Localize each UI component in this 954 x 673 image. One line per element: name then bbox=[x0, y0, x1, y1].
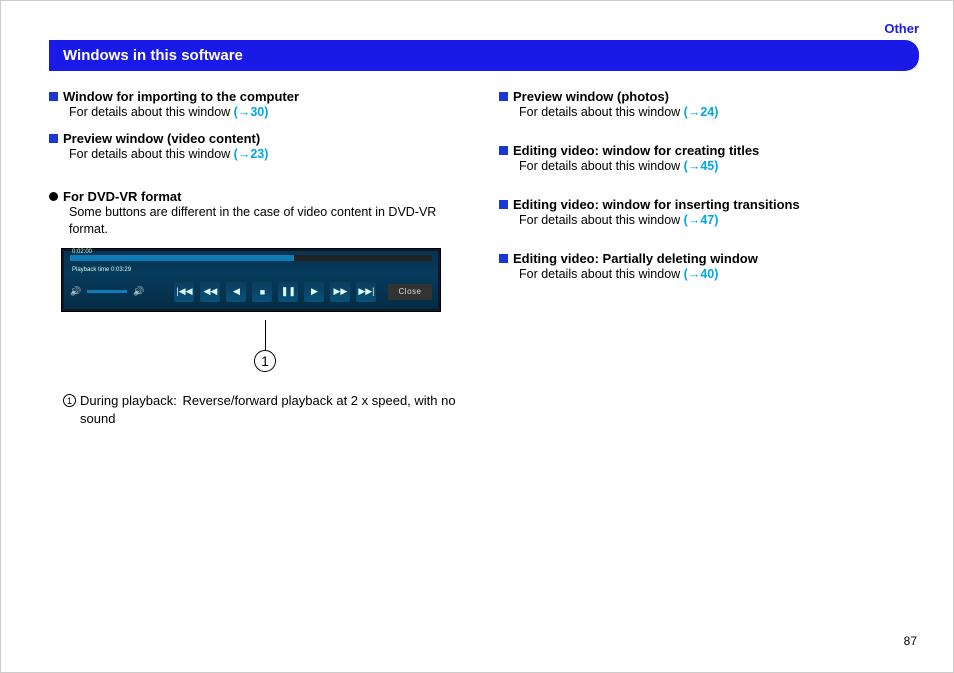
callout: 1 bbox=[61, 320, 469, 372]
fastforward-button[interactable]: ▶▶ bbox=[330, 282, 350, 302]
entry-preview-photos: Preview window (photos) For details abou… bbox=[499, 89, 919, 121]
reverse-play-button[interactable]: ◀ bbox=[226, 282, 246, 302]
entry-sub-text: For details about this window bbox=[519, 213, 684, 227]
scrub-bar[interactable] bbox=[70, 255, 432, 261]
entry-sub-text: For details about this window bbox=[519, 105, 684, 119]
entry-sub-text: For details about this window bbox=[519, 267, 684, 281]
annotation: 1 During playback: Reverse/forward playb… bbox=[63, 392, 469, 428]
entry-title: Window for importing to the computer bbox=[63, 89, 299, 104]
section-title-bar: Windows in this software bbox=[49, 40, 919, 71]
page-link[interactable]: (→47) bbox=[684, 213, 719, 227]
entry-title: Preview window (video content) bbox=[63, 131, 260, 146]
entry-title: Editing video: window for creating title… bbox=[513, 143, 759, 158]
right-column: Preview window (photos) For details abou… bbox=[499, 89, 919, 428]
square-bullet-icon bbox=[499, 200, 508, 209]
close-button[interactable]: Close bbox=[388, 284, 432, 300]
speaker-icon[interactable]: 🔊 bbox=[70, 286, 81, 297]
volume-bar[interactable] bbox=[87, 290, 127, 293]
entry-editing-titles: Editing video: window for creating title… bbox=[499, 143, 919, 175]
callout-number: 1 bbox=[254, 350, 276, 372]
entry-sub-text: For details about this window bbox=[69, 147, 234, 161]
left-column: Window for importing to the computer For… bbox=[49, 89, 469, 428]
square-bullet-icon bbox=[49, 134, 58, 143]
annotation-label: During playback: bbox=[80, 393, 177, 408]
entry-title: Editing video: window for inserting tran… bbox=[513, 197, 800, 212]
circle-bullet-icon bbox=[49, 192, 58, 201]
page-link[interactable]: (→24) bbox=[684, 105, 719, 119]
entry-title: Editing video: Partially deleting window bbox=[513, 251, 758, 266]
skip-start-button[interactable]: |◀◀ bbox=[174, 282, 194, 302]
page-link[interactable]: (→23) bbox=[234, 147, 269, 161]
entry-dvd-vr: For DVD-VR format Some buttons are diffe… bbox=[49, 189, 469, 238]
pause-button[interactable]: ❚❚ bbox=[278, 282, 298, 302]
section-category: Other bbox=[49, 21, 919, 36]
entry-title: Preview window (photos) bbox=[513, 89, 669, 104]
square-bullet-icon bbox=[499, 254, 508, 263]
annotation-number-icon: 1 bbox=[63, 394, 76, 407]
entry-description: Some buttons are different in the case o… bbox=[69, 204, 469, 238]
square-bullet-icon bbox=[49, 92, 58, 101]
square-bullet-icon bbox=[499, 92, 508, 101]
page-link[interactable]: (→45) bbox=[684, 159, 719, 173]
page-number: 87 bbox=[904, 634, 917, 648]
entry-editing-delete: Editing video: Partially deleting window… bbox=[499, 251, 919, 283]
entry-sub-text: For details about this window bbox=[519, 159, 684, 173]
page-link[interactable]: (→30) bbox=[234, 105, 269, 119]
speaker-max-icon: 🔊 bbox=[133, 286, 144, 297]
play-button[interactable]: ▶ bbox=[304, 282, 324, 302]
page-link[interactable]: (→40) bbox=[684, 267, 719, 281]
entry-editing-transitions: Editing video: window for inserting tran… bbox=[499, 197, 919, 229]
skip-end-button[interactable]: ▶▶| bbox=[356, 282, 376, 302]
entry-sub-text: For details about this window bbox=[69, 105, 234, 119]
entry-title: For DVD-VR format bbox=[63, 189, 181, 204]
square-bullet-icon bbox=[499, 146, 508, 155]
playback-control-bar: 0:02:00 Playback time 0:03:29 🔊 🔊 |◀◀ ◀◀… bbox=[61, 248, 441, 312]
entry-preview-video: Preview window (video content) For detai… bbox=[49, 131, 469, 163]
entry-import-window: Window for importing to the computer For… bbox=[49, 89, 469, 121]
stop-button[interactable]: ■ bbox=[252, 282, 272, 302]
rewind-button[interactable]: ◀◀ bbox=[200, 282, 220, 302]
playback-time-label: Playback time 0:03:29 bbox=[72, 267, 131, 273]
